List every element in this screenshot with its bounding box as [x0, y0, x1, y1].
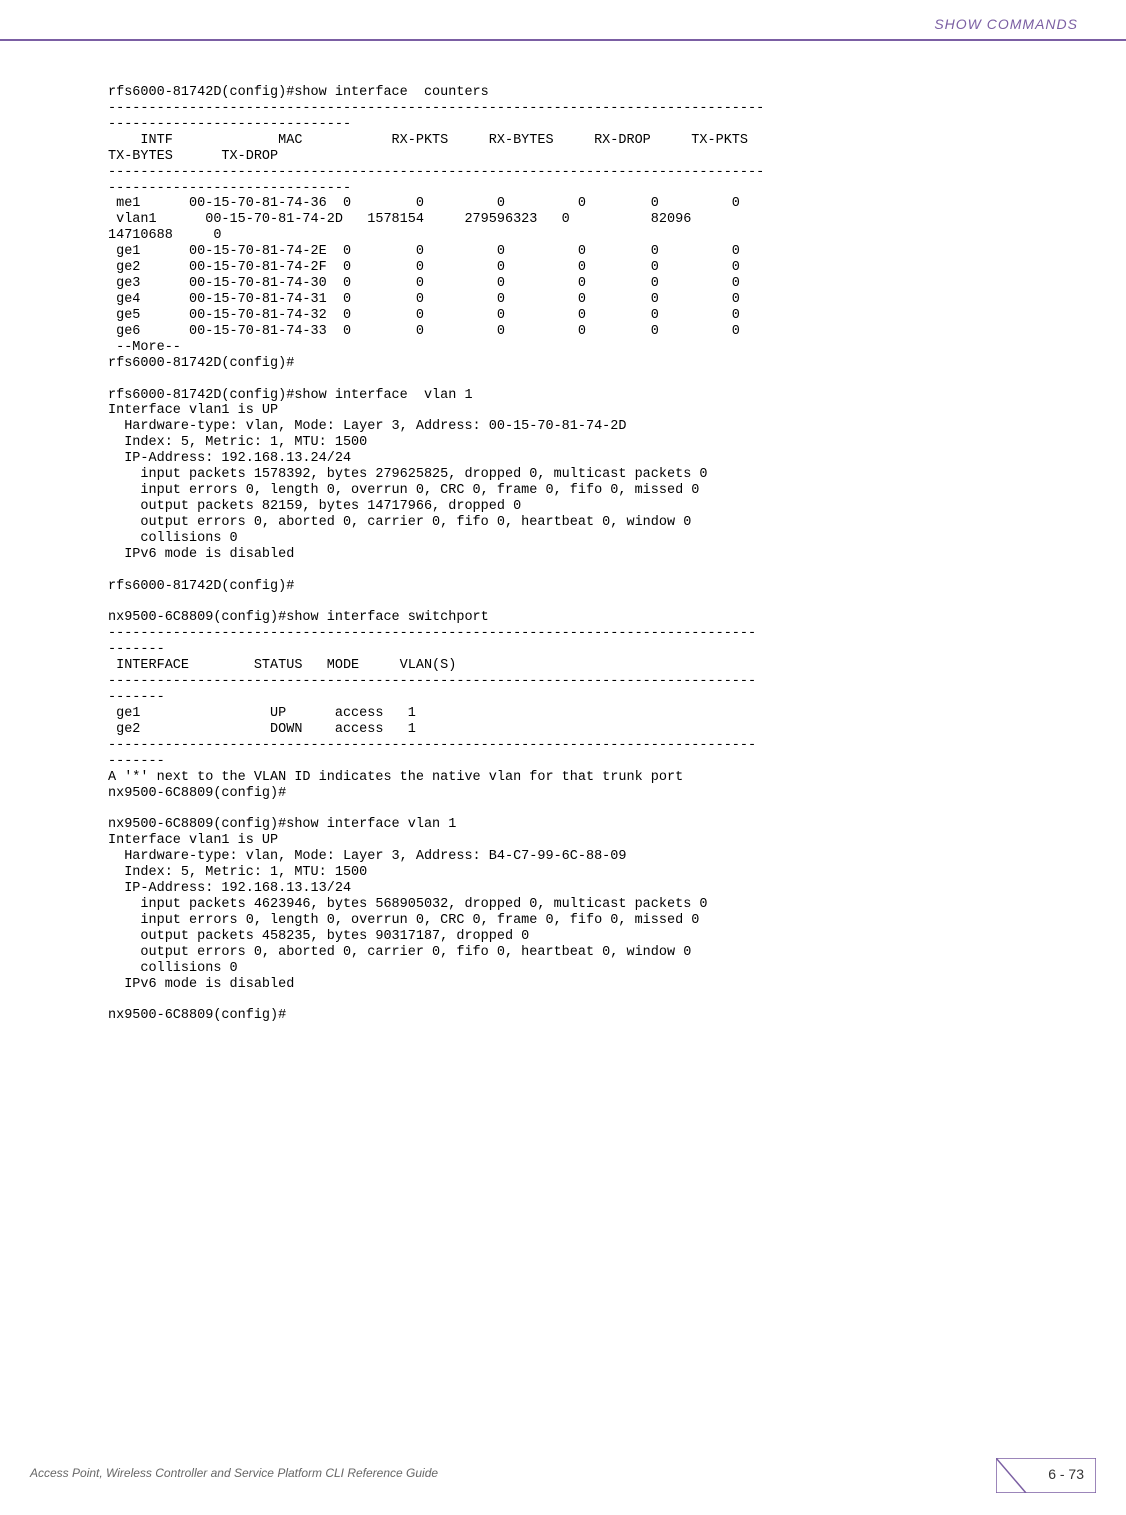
page-number-box: 6 - 73: [996, 1458, 1096, 1493]
page-number: 6 - 73: [1048, 1466, 1084, 1482]
footer-doc-title: Access Point, Wireless Controller and Se…: [30, 1466, 438, 1480]
terminal-output: rfs6000-81742D(config)#show interface co…: [108, 85, 1106, 1024]
header-divider: [0, 39, 1126, 41]
page-header-title: SHOW COMMANDS: [934, 16, 1078, 32]
content-area: rfs6000-81742D(config)#show interface co…: [108, 85, 1106, 1024]
